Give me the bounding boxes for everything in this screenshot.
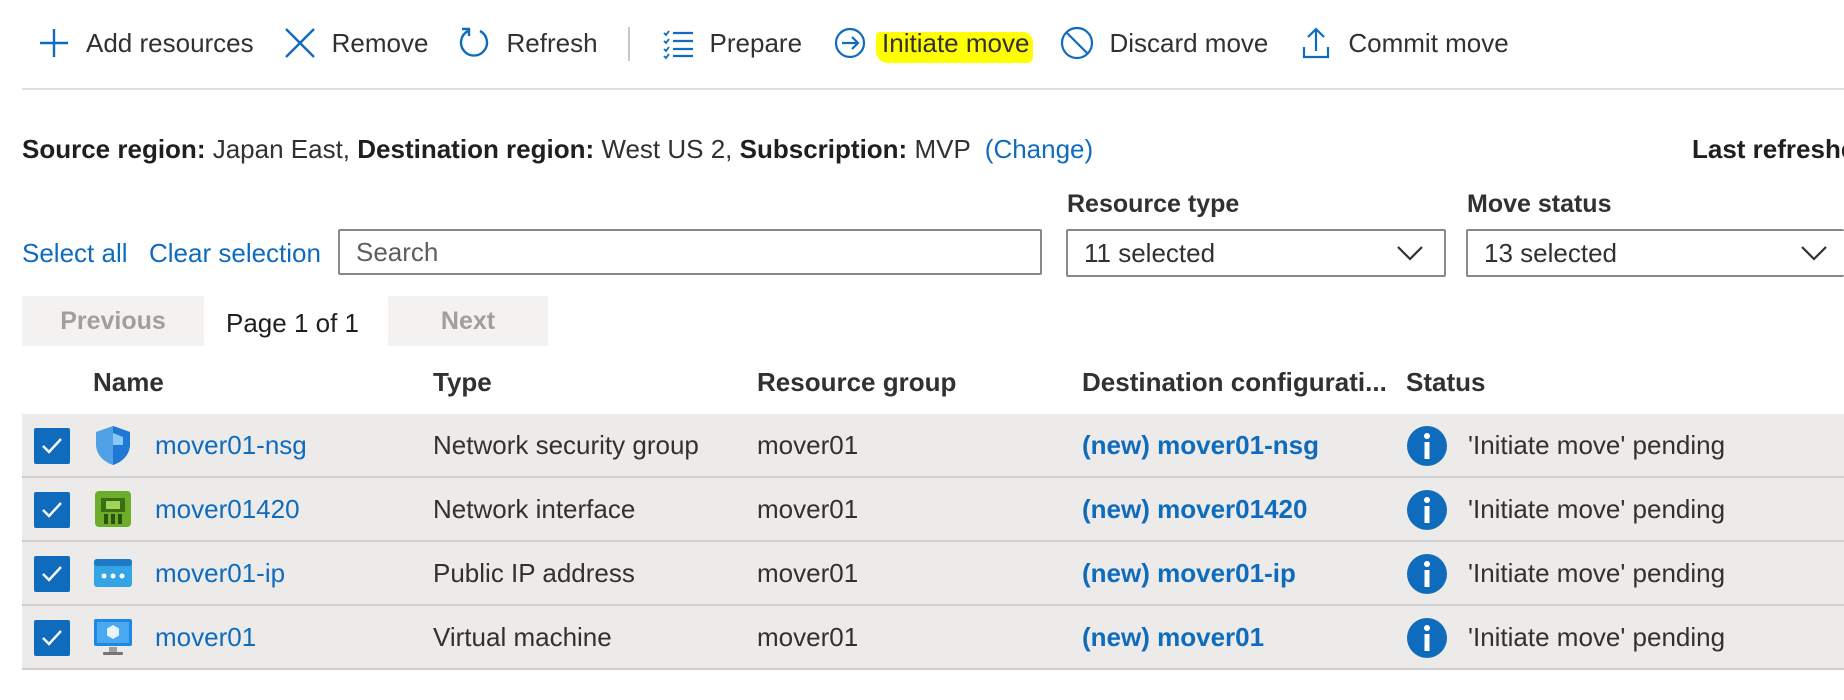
initiate-move-button[interactable]: Initiate move [832,19,1034,67]
checkmark-icon [42,438,62,454]
info-icon [1407,618,1447,658]
public-ip-icon [94,559,132,587]
resource-group: mover01 [757,622,859,652]
checkmark-icon [42,566,62,582]
toolbar-divider [627,27,630,61]
discard-move-button[interactable]: Discard move [1059,19,1268,67]
row-checkbox[interactable] [34,428,70,464]
resource-type-label: Resource type [1067,190,1240,218]
resource-name-link[interactable]: mover01420 [155,494,300,525]
cancel-circle-icon [1061,26,1094,60]
resource-name-link[interactable]: mover01-ip [155,558,285,589]
status-text: 'Initiate move' pending [1468,430,1726,460]
subscription-label: Subscription: [739,134,908,164]
commit-move-label: Commit move [1348,27,1509,58]
destination-config-link[interactable]: (new) mover01 [1082,622,1264,653]
row-checkbox[interactable] [34,620,70,656]
status-text: 'Initiate move' pending [1468,494,1726,524]
resource-group: mover01 [757,494,859,524]
subscription-value: MVP [914,134,971,164]
resource-type-dropdown[interactable]: 11 selected [1066,229,1446,277]
add-resources-label: Add resources [86,27,254,58]
move-status-dropdown[interactable]: 13 selected [1466,229,1844,277]
virtual-machine-icon [94,619,132,655]
resource-type-value: 11 selected [1084,237,1216,268]
table-row[interactable]: mover01 Virtual machine mover01 (new) mo… [22,606,1844,670]
destination-region-value: West US 2, [601,134,733,164]
info-icon [1407,426,1447,466]
discard-move-label: Discard move [1109,27,1269,58]
prepare-label: Prepare [709,27,803,58]
network-security-group-icon [96,426,130,465]
destination-config-link[interactable]: (new) mover01-nsg [1082,430,1319,461]
refresh-button[interactable]: Refresh [456,19,598,67]
info-icon [1407,490,1447,530]
destination-config-link[interactable]: (new) mover01-ip [1082,558,1296,589]
last-refreshed-label: Last refreshe [1692,134,1844,164]
remove-button[interactable]: Remove [282,19,429,67]
region-summary: Source region: Japan East, Destination r… [22,134,1093,165]
select-all-link[interactable]: Select all [22,238,128,269]
previous-button[interactable]: Previous [22,296,204,346]
destination-region-label: Destination region: [357,134,595,164]
row-checkbox[interactable] [34,492,70,528]
resource-name-link[interactable]: mover01-nsg [155,430,307,461]
table-row[interactable]: mover01-nsg Network security group mover… [22,414,1844,478]
add-resources-button[interactable]: Add resources [36,19,254,67]
next-button[interactable]: Next [388,296,548,346]
commit-move-button[interactable]: Commit move [1298,19,1509,67]
plus-icon [40,29,68,57]
network-interface-icon [95,491,131,527]
resource-type: Network interface [433,494,636,524]
info-icon [1407,554,1447,594]
destination-config-link[interactable]: (new) mover01420 [1082,494,1307,525]
checklist-icon [662,30,693,60]
move-status-value: 13 selected [1484,237,1617,268]
status-text: 'Initiate move' pending [1468,558,1726,588]
command-bar: Add resources Remove Refresh Prepare Ini… [22,0,1844,90]
remove-label: Remove [331,27,429,58]
resource-group: mover01 [757,558,859,588]
column-header-destination[interactable]: Destination configurati... [1082,367,1387,398]
refresh-label: Refresh [506,27,598,58]
page-indicator: Page 1 of 1 [226,308,359,338]
column-header-type[interactable]: Type [433,367,492,398]
close-icon [284,28,315,58]
table-row[interactable]: mover01-ip Public IP address mover01 (ne… [22,542,1844,606]
chevron-down-icon [1801,246,1827,261]
table-row[interactable]: mover01420 Network interface mover01 (ne… [22,478,1844,542]
arrow-circle-right-icon [834,27,866,59]
resource-group: mover01 [757,430,859,460]
chevron-down-icon [1397,246,1423,261]
source-region-label: Source region: [22,134,206,164]
move-status-label: Move status [1467,190,1612,218]
search-input[interactable] [338,229,1042,275]
column-header-status[interactable]: Status [1406,367,1485,398]
initiate-move-label: Initiate move [876,27,1034,63]
column-header-resource-group[interactable]: Resource group [757,367,956,398]
resource-type: Network security group [433,430,699,460]
checkmark-icon [42,630,62,646]
clear-selection-link[interactable]: Clear selection [149,238,321,269]
checkmark-icon [42,502,62,518]
prepare-button[interactable]: Prepare [660,19,803,67]
refresh-icon [460,27,489,57]
upload-icon [1303,27,1330,59]
change-link[interactable]: (Change) [985,134,1093,164]
resource-type: Virtual machine [433,622,612,652]
resource-type: Public IP address [433,558,635,588]
column-header-name[interactable]: Name [93,367,164,398]
status-text: 'Initiate move' pending [1468,622,1726,652]
resource-name-link[interactable]: mover01 [155,622,256,653]
row-checkbox[interactable] [34,556,70,592]
source-region-value: Japan East, [212,134,351,164]
